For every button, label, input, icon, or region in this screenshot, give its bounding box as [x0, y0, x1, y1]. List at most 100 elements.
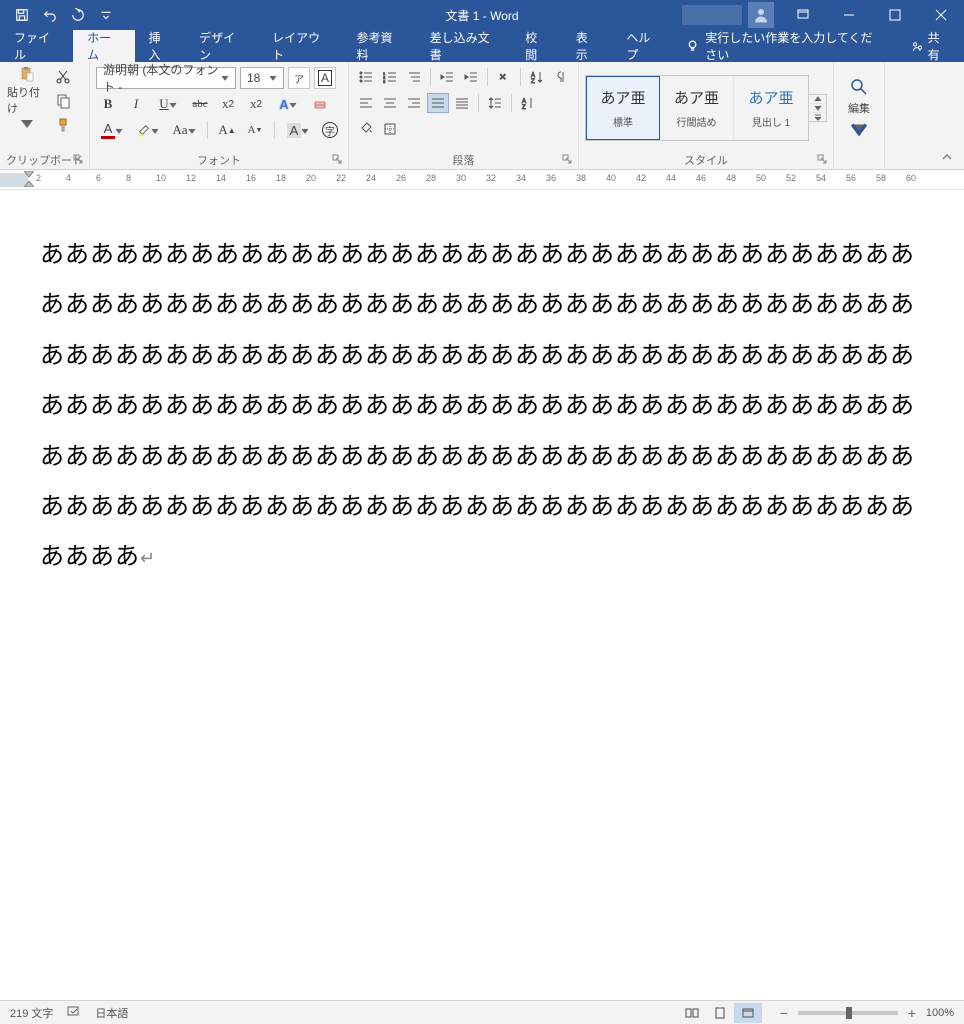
- align-left-button[interactable]: [355, 93, 377, 113]
- web-layout-button[interactable]: [734, 1003, 762, 1023]
- gallery-up-button[interactable]: [809, 95, 826, 104]
- tell-me-search[interactable]: 実行したい作業を入力してください: [674, 30, 896, 62]
- phonetic-guide-button[interactable]: ア: [288, 67, 310, 89]
- user-name-placeholder[interactable]: [682, 5, 742, 25]
- italic-button[interactable]: I: [124, 93, 148, 115]
- font-color-button[interactable]: A: [96, 119, 128, 141]
- gallery-down-button[interactable]: [809, 104, 826, 113]
- font-group-label: フォント: [197, 152, 241, 168]
- increase-indent-button[interactable]: [460, 67, 482, 87]
- qat-customize-button[interactable]: [92, 0, 120, 30]
- ruler-tick: 10: [156, 173, 166, 183]
- style-normal[interactable]: あア亜 標準: [586, 76, 660, 140]
- underline-button[interactable]: U: [152, 93, 184, 115]
- tab-review[interactable]: 校閲: [511, 30, 562, 62]
- numbering-button[interactable]: 123: [379, 67, 401, 87]
- font-name-combo[interactable]: 游明朝 (本文のフォント -: [96, 67, 236, 89]
- show-marks-button[interactable]: [550, 67, 572, 87]
- enclose-chars-button[interactable]: 字: [318, 119, 342, 141]
- group-paragraph: 123 ✕ AZ AZ: [349, 62, 579, 169]
- grow-font-button[interactable]: A▲: [215, 119, 239, 141]
- word-count[interactable]: 219 文字: [10, 1005, 53, 1021]
- ruler-tick: 28: [426, 173, 436, 183]
- paste-button[interactable]: 貼り付け: [6, 65, 48, 133]
- tab-help[interactable]: ヘルプ: [612, 30, 674, 62]
- sort-button[interactable]: AZ: [526, 67, 548, 87]
- zoom-slider-thumb[interactable]: [846, 1007, 852, 1019]
- minimize-button[interactable]: [826, 0, 872, 30]
- highlight-button[interactable]: [132, 119, 164, 141]
- eraser-icon: [312, 96, 328, 112]
- tab-view[interactable]: 表示: [562, 30, 613, 62]
- char-shading-button[interactable]: A: [282, 119, 314, 141]
- document-page[interactable]: ああああああああああああああああああああああああああああああああああああああああ…: [0, 190, 964, 1000]
- print-layout-button[interactable]: [706, 1003, 734, 1023]
- cut-button[interactable]: [52, 67, 74, 87]
- multilevel-list-button[interactable]: [403, 67, 425, 87]
- zoom-out-button[interactable]: −: [776, 1005, 792, 1021]
- user-avatar[interactable]: [748, 2, 774, 28]
- indent-marker[interactable]: [24, 171, 34, 189]
- superscript-button[interactable]: x2: [244, 93, 268, 115]
- font-dialog-launcher[interactable]: [332, 154, 344, 166]
- save-button[interactable]: [8, 0, 36, 30]
- zoom-percent[interactable]: 100%: [926, 1007, 954, 1019]
- tab-file[interactable]: ファイル: [0, 30, 73, 62]
- clipboard-dialog-launcher[interactable]: [73, 154, 85, 166]
- paragraph-dialog-launcher[interactable]: [562, 154, 574, 166]
- tab-home[interactable]: ホーム: [73, 30, 134, 62]
- find-button[interactable]: 編集: [840, 74, 878, 142]
- shading-button[interactable]: [355, 119, 377, 139]
- asian-layout-button[interactable]: ✕: [493, 67, 515, 87]
- copy-button[interactable]: [52, 91, 74, 111]
- shrink-font-button[interactable]: A▼: [243, 119, 267, 141]
- spell-check-icon[interactable]: [67, 1004, 81, 1021]
- tab-design[interactable]: デザイン: [185, 30, 258, 62]
- change-case-button[interactable]: Aa: [168, 119, 200, 141]
- decrease-indent-button[interactable]: [436, 67, 458, 87]
- ruler-tick: 34: [516, 173, 526, 183]
- distribute-button[interactable]: [451, 93, 473, 113]
- tab-mailings[interactable]: 差し込み文書: [416, 30, 512, 62]
- bullets-button[interactable]: [355, 67, 377, 87]
- clear-format-button[interactable]: [308, 93, 332, 115]
- tab-references[interactable]: 参考資料: [343, 30, 416, 62]
- gallery-more-button[interactable]: [809, 113, 826, 121]
- format-painter-button[interactable]: [52, 115, 74, 135]
- document-body-text[interactable]: ああああああああああああああああああああああああああああああああああああああああ…: [40, 230, 934, 583]
- redo-button[interactable]: [64, 0, 92, 30]
- undo-button[interactable]: [36, 0, 64, 30]
- ribbon-display-options-button[interactable]: [780, 0, 826, 30]
- status-bar: 219 文字 日本語 − + 100%: [0, 1000, 964, 1024]
- align-right-button[interactable]: [403, 93, 425, 113]
- styles-dialog-launcher[interactable]: [817, 154, 829, 166]
- align-center-button[interactable]: [379, 93, 401, 113]
- tab-layout[interactable]: レイアウト: [258, 30, 342, 62]
- group-clipboard: 貼り付け クリップボード: [0, 62, 90, 169]
- share-button[interactable]: 共有: [897, 30, 964, 62]
- read-mode-button[interactable]: [678, 1003, 706, 1023]
- tab-insert[interactable]: 挿入: [135, 30, 186, 62]
- bold-button[interactable]: B: [96, 93, 120, 115]
- ruler-tick: 36: [546, 173, 556, 183]
- justify-button[interactable]: [427, 93, 449, 113]
- close-button[interactable]: [918, 0, 964, 30]
- language-indicator[interactable]: 日本語: [95, 1005, 128, 1021]
- char-border-button[interactable]: A: [314, 67, 336, 89]
- style-no-spacing[interactable]: あア亜 行間詰め: [660, 76, 734, 140]
- style-heading1[interactable]: あア亜 見出し 1: [734, 76, 808, 140]
- subscript-button[interactable]: x2: [216, 93, 240, 115]
- borders-button[interactable]: [379, 119, 401, 139]
- sort-az-button[interactable]: AZ: [517, 93, 539, 113]
- style-gallery-scroll: [809, 94, 827, 122]
- zoom-in-button[interactable]: +: [904, 1005, 920, 1021]
- font-size-combo[interactable]: 18: [240, 67, 284, 89]
- maximize-button[interactable]: [872, 0, 918, 30]
- zoom-slider[interactable]: [798, 1011, 898, 1015]
- collapse-ribbon-button[interactable]: [936, 149, 958, 165]
- horizontal-ruler[interactable]: 2468101214161820222426283032343638404244…: [0, 170, 964, 190]
- line-spacing-button[interactable]: [484, 93, 506, 113]
- strikethrough-button[interactable]: abc: [188, 93, 212, 115]
- text-effects-button[interactable]: A: [272, 93, 304, 115]
- highlighter-icon: [137, 123, 151, 137]
